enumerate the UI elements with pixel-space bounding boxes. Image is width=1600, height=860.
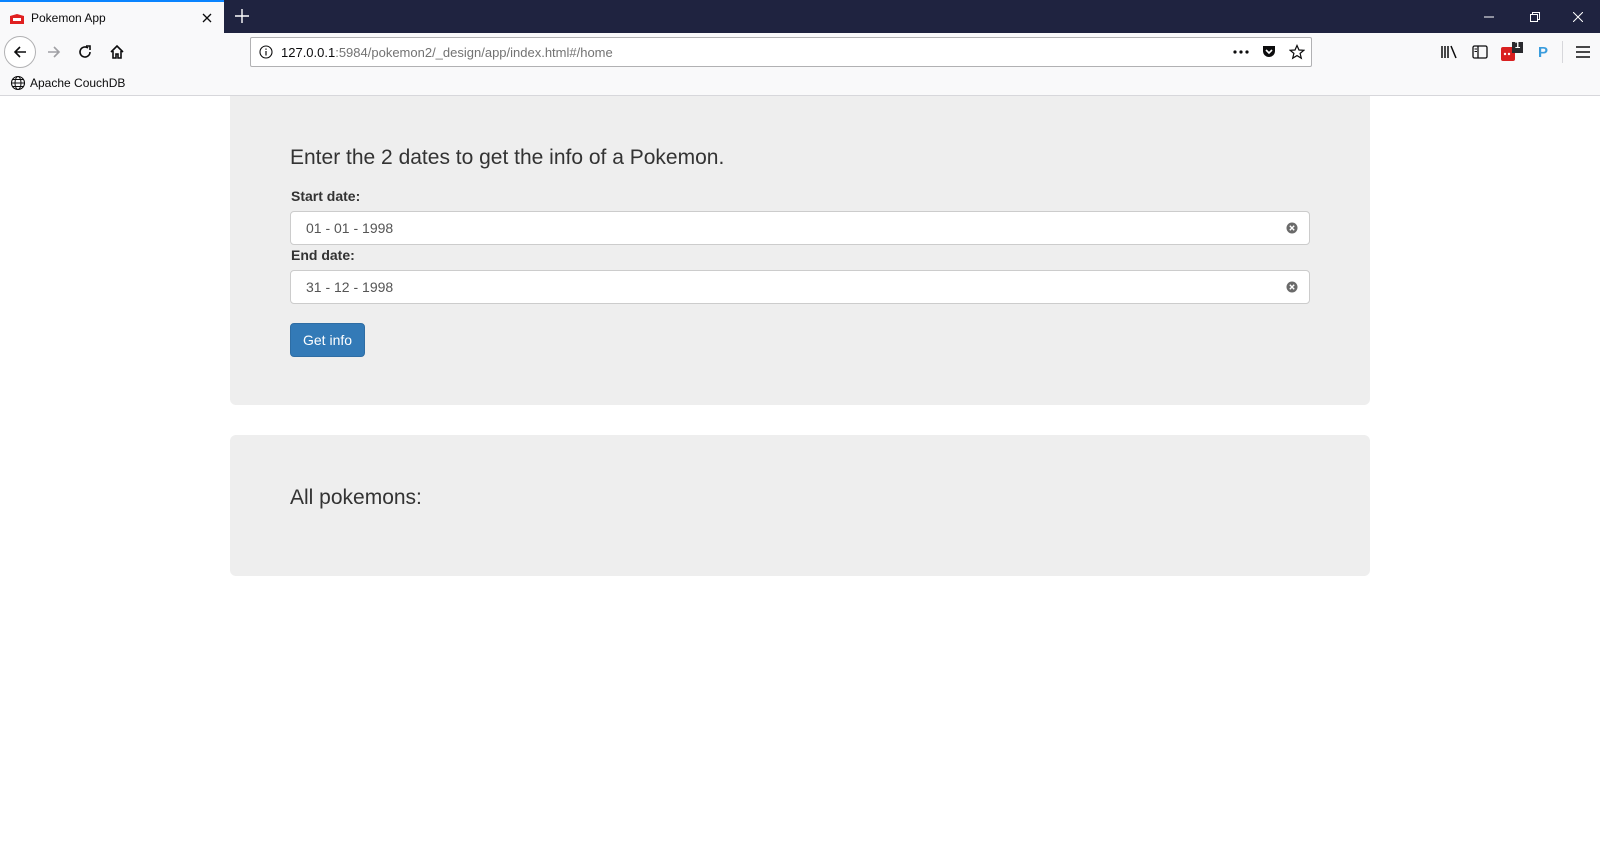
form-heading: Enter the 2 dates to get the info of a P… — [290, 146, 725, 169]
bookmarks-toolbar: Apache CouchDB — [0, 71, 1600, 96]
restore-window-icon[interactable] — [1512, 0, 1558, 33]
site-info-icon[interactable] — [251, 38, 281, 66]
forward-arrow-icon[interactable] — [38, 36, 70, 68]
minimize-window-icon[interactable] — [1466, 0, 1512, 33]
get-info-button[interactable]: Get info — [290, 323, 366, 357]
back-arrow-icon[interactable] — [4, 36, 36, 68]
browser-tab[interactable]: Pokemon App — [0, 0, 224, 33]
bookmark-star-icon[interactable] — [1283, 38, 1311, 66]
extension-badge: 1 — [1514, 40, 1521, 51]
start-date-input[interactable] — [291, 212, 1275, 244]
new-tab-icon[interactable] — [230, 4, 254, 28]
end-date-input[interactable] — [291, 271, 1275, 303]
close-tab-icon[interactable] — [196, 7, 218, 29]
pokemon-results-panel: All pokemons: — [230, 435, 1370, 576]
clear-end-date-icon[interactable] — [1275, 271, 1309, 303]
end-date-label: End date: — [291, 247, 355, 263]
url-host: 127.0.0.1 — [281, 44, 336, 60]
pocket-icon[interactable] — [1255, 38, 1283, 66]
clear-start-date-icon[interactable] — [1275, 212, 1309, 244]
toolbar-divider — [1562, 41, 1563, 63]
extension-p-label: P — [1537, 43, 1548, 61]
home-icon[interactable] — [101, 36, 133, 68]
tab-title: Pokemon App — [31, 10, 106, 25]
url-text[interactable]: 127.0.0.1:5984/pokemon2/_design/app/inde… — [281, 45, 1227, 60]
browser-navigation-bar: 127.0.0.1:5984/pokemon2/_design/app/inde… — [0, 33, 1600, 71]
pokemon-app-favicon-icon — [9, 12, 25, 24]
library-icon[interactable] — [1434, 36, 1464, 68]
address-bar[interactable]: 127.0.0.1:5984/pokemon2/_design/app/inde… — [250, 37, 1312, 67]
globe-icon — [10, 75, 26, 91]
start-date-label: Start date: — [291, 188, 361, 204]
url-path: :5984/pokemon2/_design/app/index.html#/h… — [335, 44, 613, 60]
reload-icon[interactable] — [69, 36, 101, 68]
browser-tab-bar: Pokemon App — [0, 0, 1600, 33]
extension-p-icon[interactable]: P — [1528, 36, 1558, 68]
date-form-panel: Enter the 2 dates to get the info of a P… — [230, 96, 1370, 405]
sidebar-toggle-icon[interactable] — [1465, 36, 1495, 68]
page-actions-menu-icon[interactable] — [1227, 38, 1255, 66]
results-heading: All pokemons: — [290, 486, 422, 509]
bookmark-apache-couchdb[interactable]: Apache CouchDB — [10, 74, 125, 92]
hamburger-menu-icon[interactable] — [1568, 36, 1598, 68]
start-date-field — [290, 211, 1310, 245]
close-window-icon[interactable] — [1556, 0, 1600, 33]
bookmark-label: Apache CouchDB — [30, 76, 126, 90]
end-date-field — [290, 270, 1310, 304]
extension-icon[interactable]: 1 — [1497, 36, 1527, 68]
